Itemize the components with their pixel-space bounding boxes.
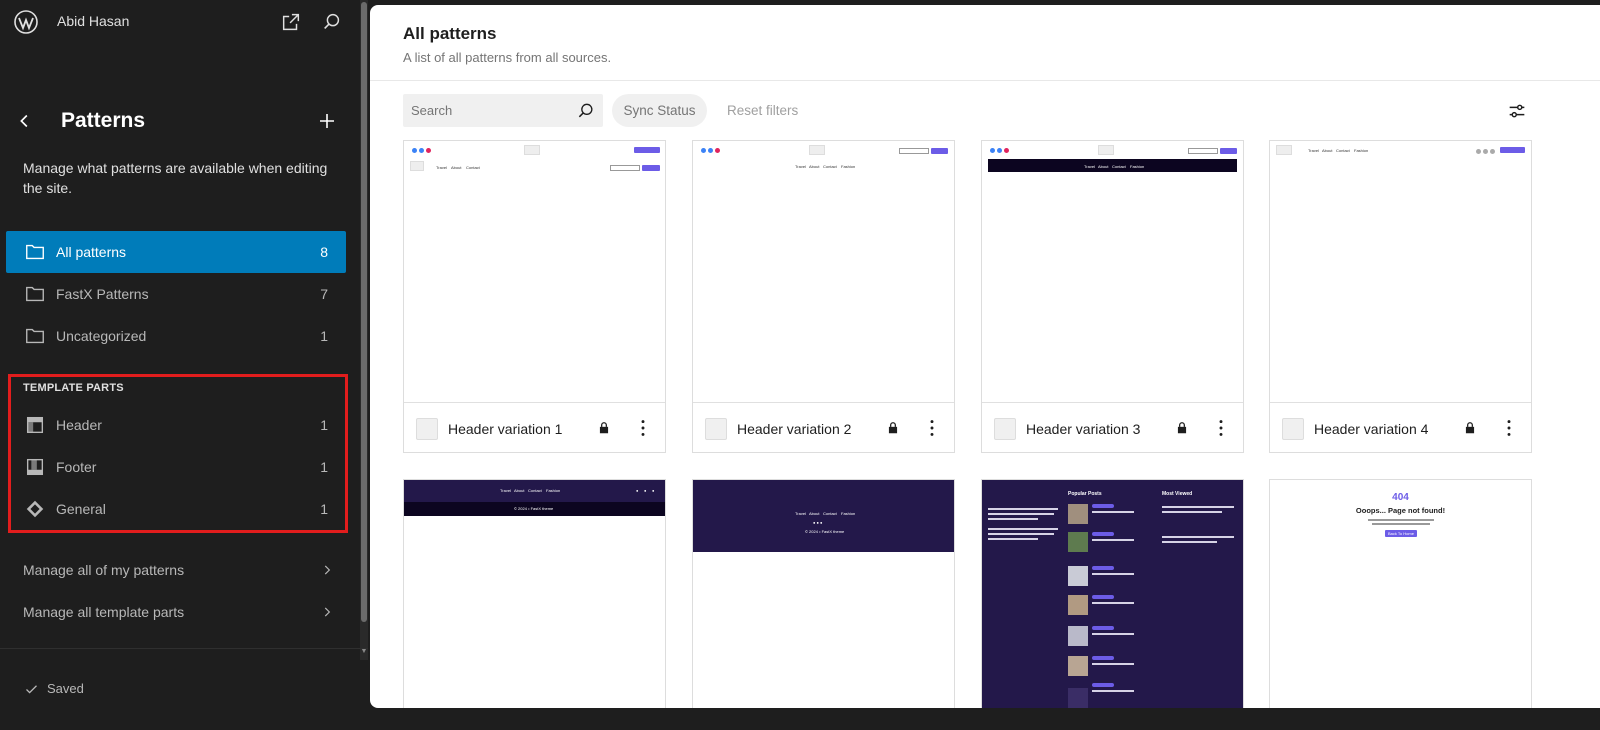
- card-footer: Header variation 2: [693, 402, 954, 453]
- nav-count: 1: [320, 501, 328, 517]
- card-title[interactable]: Header variation 1: [448, 421, 562, 437]
- site-name[interactable]: Abid Hasan: [57, 13, 129, 29]
- template-part-icon: [994, 418, 1016, 440]
- pattern-card-header-variation-4[interactable]: Travel About Contact Fashion Header vari…: [1269, 140, 1532, 453]
- card-footer: Header variation 4: [1270, 402, 1531, 453]
- nav-label: Header: [56, 417, 102, 433]
- pattern-card-general-posts[interactable]: Popular Posts Most Viewed: [981, 479, 1244, 708]
- folder-icon: [26, 328, 44, 344]
- nav-count: 1: [320, 459, 328, 475]
- nav-count: 7: [320, 286, 328, 302]
- add-pattern-plus-icon[interactable]: [315, 109, 339, 133]
- folder-icon: [26, 286, 44, 302]
- nav-label: Uncategorized: [56, 328, 147, 344]
- nav-item-fastx-patterns[interactable]: FastX Patterns 7: [6, 273, 346, 315]
- lock-icon: [888, 422, 898, 434]
- pattern-card-header-variation-2[interactable]: Travel About Contact Fashion Header vari…: [692, 140, 955, 453]
- nav-label: Footer: [56, 459, 97, 475]
- save-status: Saved: [47, 681, 84, 696]
- nav-count: 1: [320, 328, 328, 344]
- card-footer: Header variation 1: [404, 402, 665, 453]
- pattern-preview[interactable]: Travel About Contact: [404, 141, 665, 402]
- more-actions-icon[interactable]: [1210, 417, 1232, 439]
- nav-item-general[interactable]: General 1: [6, 488, 346, 530]
- card-footer: Header variation 3: [982, 402, 1243, 453]
- search-icon[interactable]: [576, 101, 596, 121]
- page-subtitle: A list of all patterns from all sources.: [403, 50, 612, 65]
- pattern-preview[interactable]: Travel About Contact Fashion ● ● ● © 202…: [404, 480, 665, 708]
- nav-label: All patterns: [56, 244, 127, 260]
- sidebar: Abid Hasan ▼ Patterns Manage what patter…: [0, 0, 368, 730]
- search-icon[interactable]: [321, 11, 343, 33]
- sidebar-scrollbar-thumb[interactable]: [361, 2, 367, 622]
- pattern-preview[interactable]: Popular Posts Most Viewed: [982, 480, 1243, 708]
- nav-item-all-patterns[interactable]: All patterns 8: [6, 231, 346, 273]
- chevron-right-icon: [324, 607, 331, 617]
- nav-item-footer[interactable]: Footer 1: [6, 446, 346, 488]
- lock-icon: [599, 422, 609, 434]
- manage-label: Manage all of my patterns: [23, 562, 185, 578]
- pattern-card-general-404[interactable]: 404 Ooops... Page not found! Back To Hom…: [1269, 479, 1532, 708]
- header-layout-icon: [26, 416, 44, 434]
- page-title: All patterns: [403, 24, 497, 43]
- template-part-icon: [416, 418, 438, 440]
- template-part-icon: [705, 418, 727, 440]
- chevron-right-icon: [324, 565, 331, 575]
- template-parts-heading: TEMPLATE PARTS: [23, 382, 124, 394]
- symbol-diamond-icon: [26, 500, 44, 518]
- card-title[interactable]: Header variation 3: [1026, 421, 1140, 437]
- sidebar-footer-divider: [0, 648, 368, 649]
- pattern-preview[interactable]: Travel About Contact Fashion: [1270, 141, 1531, 402]
- search-box: [403, 94, 603, 127]
- main-header: All patterns A list of all patterns from…: [370, 5, 1600, 81]
- wordpress-logo-icon[interactable]: [14, 10, 38, 34]
- back-arrow-icon[interactable]: [14, 110, 36, 132]
- nav-item-uncategorized[interactable]: Uncategorized 1: [6, 315, 346, 357]
- pattern-preview[interactable]: Travel About Contact Fashion: [982, 141, 1243, 402]
- pattern-card-footer-2[interactable]: Travel About Contact Fashion ● ● ● © 202…: [692, 479, 955, 708]
- template-part-icon: [1282, 418, 1304, 440]
- nav-count: 8: [320, 244, 328, 260]
- reset-filters-button[interactable]: Reset filters: [727, 103, 798, 118]
- search-input[interactable]: [411, 94, 571, 127]
- manage-label: Manage all template parts: [23, 604, 185, 620]
- more-actions-icon[interactable]: [632, 417, 654, 439]
- sync-status-button[interactable]: Sync Status: [612, 94, 707, 127]
- more-actions-icon[interactable]: [921, 417, 943, 439]
- site-hub: Abid Hasan: [0, 0, 360, 44]
- pattern-card-footer-1[interactable]: Travel About Contact Fashion ● ● ● © 202…: [403, 479, 666, 708]
- footer-layout-icon: [26, 458, 44, 476]
- pattern-card-header-variation-3[interactable]: Travel About Contact Fashion Header vari…: [981, 140, 1244, 453]
- nav-label: FastX Patterns: [56, 286, 149, 302]
- card-title[interactable]: Header variation 4: [1314, 421, 1428, 437]
- lock-icon: [1177, 422, 1187, 434]
- folder-icon: [26, 244, 44, 260]
- pattern-preview[interactable]: 404 Ooops... Page not found! Back To Hom…: [1270, 480, 1531, 708]
- more-actions-icon[interactable]: [1498, 417, 1520, 439]
- check-icon: [26, 685, 37, 694]
- patterns-main-panel: All patterns A list of all patterns from…: [370, 5, 1600, 708]
- sidebar-description: Manage what patterns are available when …: [23, 160, 328, 196]
- manage-template-parts-link[interactable]: Manage all template parts: [6, 592, 346, 632]
- external-link-icon[interactable]: [280, 11, 302, 33]
- view-options-icon[interactable]: [1506, 100, 1528, 122]
- lock-icon: [1465, 422, 1475, 434]
- scroll-down-arrow-icon[interactable]: ▼: [360, 648, 368, 655]
- pattern-card-header-variation-1[interactable]: Travel About Contact Header variation 1: [403, 140, 666, 453]
- pattern-preview[interactable]: Travel About Contact Fashion: [693, 141, 954, 402]
- sidebar-title: Patterns: [61, 109, 146, 132]
- nav-count: 1: [320, 417, 328, 433]
- nav-label: General: [56, 501, 106, 517]
- manage-patterns-link[interactable]: Manage all of my patterns: [6, 550, 346, 590]
- card-title[interactable]: Header variation 2: [737, 421, 851, 437]
- pattern-preview[interactable]: Travel About Contact Fashion ● ● ● © 202…: [693, 480, 954, 708]
- nav-item-header[interactable]: Header 1: [6, 404, 346, 446]
